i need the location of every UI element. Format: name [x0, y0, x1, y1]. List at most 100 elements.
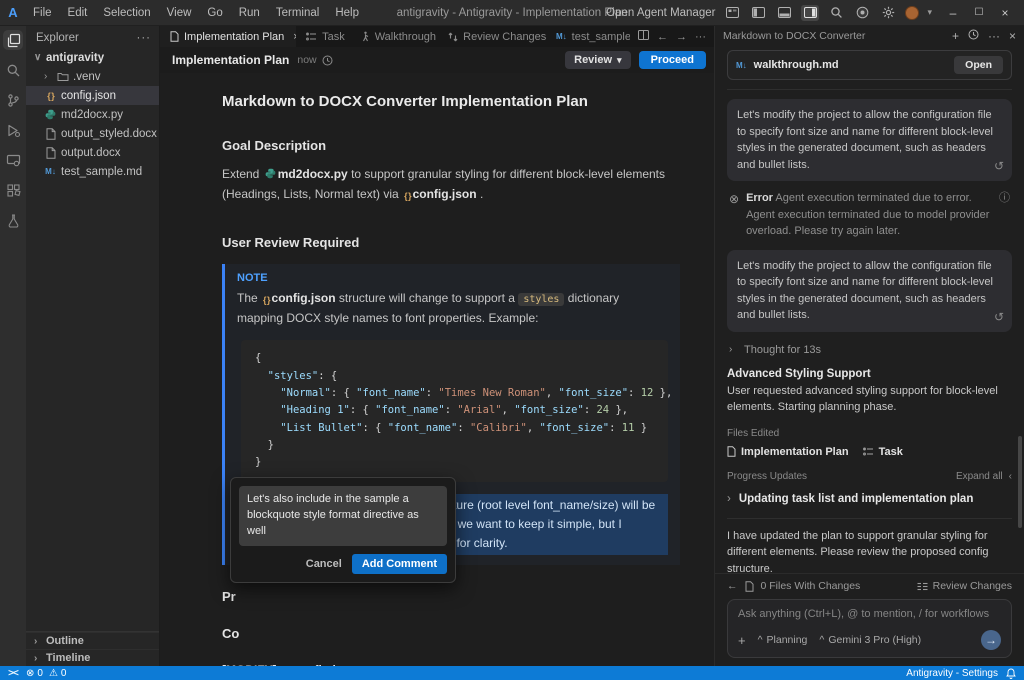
retry-icon[interactable]: ↺	[994, 308, 1004, 326]
new-conversation-icon[interactable]: +	[952, 29, 959, 43]
add-comment-button[interactable]: Add Comment	[352, 554, 447, 574]
extensions-icon[interactable]	[3, 180, 23, 200]
composer-area: ← 0 Files With Changes Review Changes As…	[715, 573, 1024, 666]
menu-selection[interactable]: Selection	[96, 4, 157, 22]
tree-item-output-styled-docx[interactable]: output_styled.docx	[26, 124, 159, 143]
timeline-section[interactable]: › Timeline	[26, 649, 159, 666]
progress-updates-label: Progress Updates	[727, 471, 807, 482]
statusbar-settings-label[interactable]: Antigravity - Settings	[906, 668, 998, 679]
proceed-button[interactable]: Proceed	[639, 51, 706, 69]
toggle-bottom-panel-icon[interactable]	[775, 5, 793, 21]
tree-item-venv[interactable]: › .venv	[26, 67, 159, 86]
avatar-chevron-icon[interactable]: ▾	[927, 7, 932, 18]
review-changes-button[interactable]: Review Changes	[917, 580, 1012, 592]
maximize-button[interactable]: ☐	[966, 7, 992, 18]
tab-implementation-plan[interactable]: Implementation Plan ×	[160, 26, 296, 47]
review-button[interactable]: Review▾	[565, 51, 630, 69]
document-header: Implementation Plan now Review▾ Proceed	[160, 47, 714, 73]
edited-file-implementation-plan[interactable]: Implementation Plan	[727, 446, 849, 458]
toggle-right-panel-icon[interactable]	[801, 5, 819, 21]
tree-item-config-json[interactable]: { } config.json	[26, 86, 159, 105]
toggle-left-panel-icon[interactable]	[749, 5, 767, 21]
copilot-icon[interactable]	[853, 5, 871, 21]
remote-explorer-icon[interactable]	[3, 150, 23, 170]
explorer-icon[interactable]	[3, 30, 23, 50]
tab-walkthrough[interactable]: Walkthrough	[351, 26, 438, 47]
retry-icon[interactable]: ↺	[994, 157, 1004, 175]
nav-forward-icon[interactable]: →	[676, 31, 687, 43]
tree-root-antigravity[interactable]: ∨ antigravity	[26, 48, 159, 67]
cancel-button[interactable]: Cancel	[306, 558, 342, 570]
app-logo-icon: A	[0, 5, 26, 20]
conversation-scroll[interactable]: M↓ walkthrough.md Open Let's modify the …	[715, 46, 1024, 573]
thought-toggle[interactable]: › Thought for 13s	[729, 344, 1010, 356]
chat-input-box[interactable]: Ask anything (Ctrl+L), @ to mention, / f…	[727, 599, 1012, 658]
collapse-changes-icon[interactable]: ←	[727, 580, 738, 592]
tree-item-md2docx-py[interactable]: md2docx.py	[26, 105, 159, 124]
error-icon: ⊗	[26, 668, 34, 679]
close-window-button[interactable]: ×	[992, 6, 1018, 20]
error-circle-icon: ⊗	[729, 190, 739, 240]
menu-run[interactable]: Run	[232, 4, 267, 22]
edited-file-task[interactable]: Task	[863, 446, 903, 458]
tab-review-changes[interactable]: Review Changes	[438, 26, 546, 47]
menu-help[interactable]: Help	[328, 4, 366, 22]
walkthrough-file-card[interactable]: M↓ walkthrough.md Open	[727, 50, 1012, 80]
tree-item-output-docx[interactable]: output.docx	[26, 143, 159, 162]
menu-go[interactable]: Go	[200, 4, 229, 22]
run-debug-icon[interactable]	[3, 120, 23, 140]
tab-task[interactable]: Task	[296, 26, 351, 47]
user-message-bubble-2: Let's modify the project to allow the co…	[727, 250, 1012, 332]
editor-more-icon[interactable]: ···	[695, 31, 706, 43]
source-control-icon[interactable]	[3, 90, 23, 110]
progress-item[interactable]: › Updating task list and implementation …	[727, 493, 1012, 505]
testing-icon[interactable]	[3, 210, 23, 230]
expand-all-button[interactable]: Expand all‹	[956, 471, 1012, 482]
clock-icon	[322, 55, 333, 66]
attach-plus-icon[interactable]: +	[738, 633, 746, 648]
code-block[interactable]: { "styles": { "Normal": { "font_name": "…	[241, 340, 668, 481]
config-file-chip[interactable]: { }config.json	[261, 291, 336, 305]
open-walkthrough-button[interactable]: Open	[954, 56, 1003, 74]
agent-manager-icon[interactable]	[723, 5, 741, 21]
app-window: A antigravity - Antigravity - Implementa…	[0, 0, 1024, 680]
config-file-chip[interactable]: { }config.json	[283, 663, 358, 666]
explorer-more-icon[interactable]: ···	[137, 32, 152, 44]
tree-item-test-sample-md[interactable]: M↓ test_sample.md	[26, 162, 159, 181]
outline-section[interactable]: › Outline	[26, 632, 159, 649]
send-button[interactable]: →	[981, 630, 1001, 650]
info-icon[interactable]: ⓘ	[999, 190, 1010, 240]
config-file-chip[interactable]: { }config.json	[402, 187, 477, 201]
tab-test-sample[interactable]: M↓ test_sample.md	[546, 26, 630, 47]
panel-more-icon[interactable]: ···	[988, 29, 1000, 43]
menu-file[interactable]: File	[26, 4, 59, 22]
chevron-right-icon: ›	[34, 653, 42, 664]
mode-dropdown[interactable]: ^Planning	[758, 634, 808, 646]
model-dropdown[interactable]: ^Gemini 3 Pro (High)	[819, 634, 921, 646]
markdown-icon: M↓	[556, 32, 567, 41]
nav-back-icon[interactable]: ←	[657, 31, 668, 43]
search-icon[interactable]	[827, 5, 845, 21]
split-editor-icon[interactable]	[638, 30, 649, 43]
history-clock-icon[interactable]	[968, 29, 979, 43]
remote-indicator-icon[interactable]: ><	[0, 668, 26, 679]
notifications-bell-icon[interactable]	[1006, 668, 1016, 679]
settings-gear-icon[interactable]	[879, 5, 897, 21]
md2docx-file-chip[interactable]: md2docx.py	[263, 167, 348, 181]
files-with-changes-label[interactable]: 0 Files With Changes	[761, 580, 861, 592]
goal-paragraph: Extend md2docx.py to support granular st…	[222, 165, 680, 205]
panel-scrollbar[interactable]	[1018, 436, 1022, 528]
menu-edit[interactable]: Edit	[61, 4, 95, 22]
search-sidebar-icon[interactable]	[3, 60, 23, 80]
minimize-button[interactable]: –	[940, 6, 966, 20]
menu-view[interactable]: View	[160, 4, 199, 22]
user-avatar[interactable]	[905, 6, 919, 20]
plan-document[interactable]: Markdown to DOCX Converter Implementatio…	[160, 73, 714, 666]
comment-input[interactable]: Let's also include in the sample a block…	[239, 486, 447, 546]
panel-close-icon[interactable]: ×	[1009, 29, 1016, 43]
config-heading-truncated: Co	[222, 626, 680, 641]
errors-indicator[interactable]: ⊗0 ⚠0	[26, 668, 66, 679]
menu-terminal[interactable]: Terminal	[269, 4, 326, 22]
markdown-icon: M↓	[736, 61, 747, 70]
open-agent-manager-button[interactable]: Open Agent Manager	[606, 7, 715, 19]
